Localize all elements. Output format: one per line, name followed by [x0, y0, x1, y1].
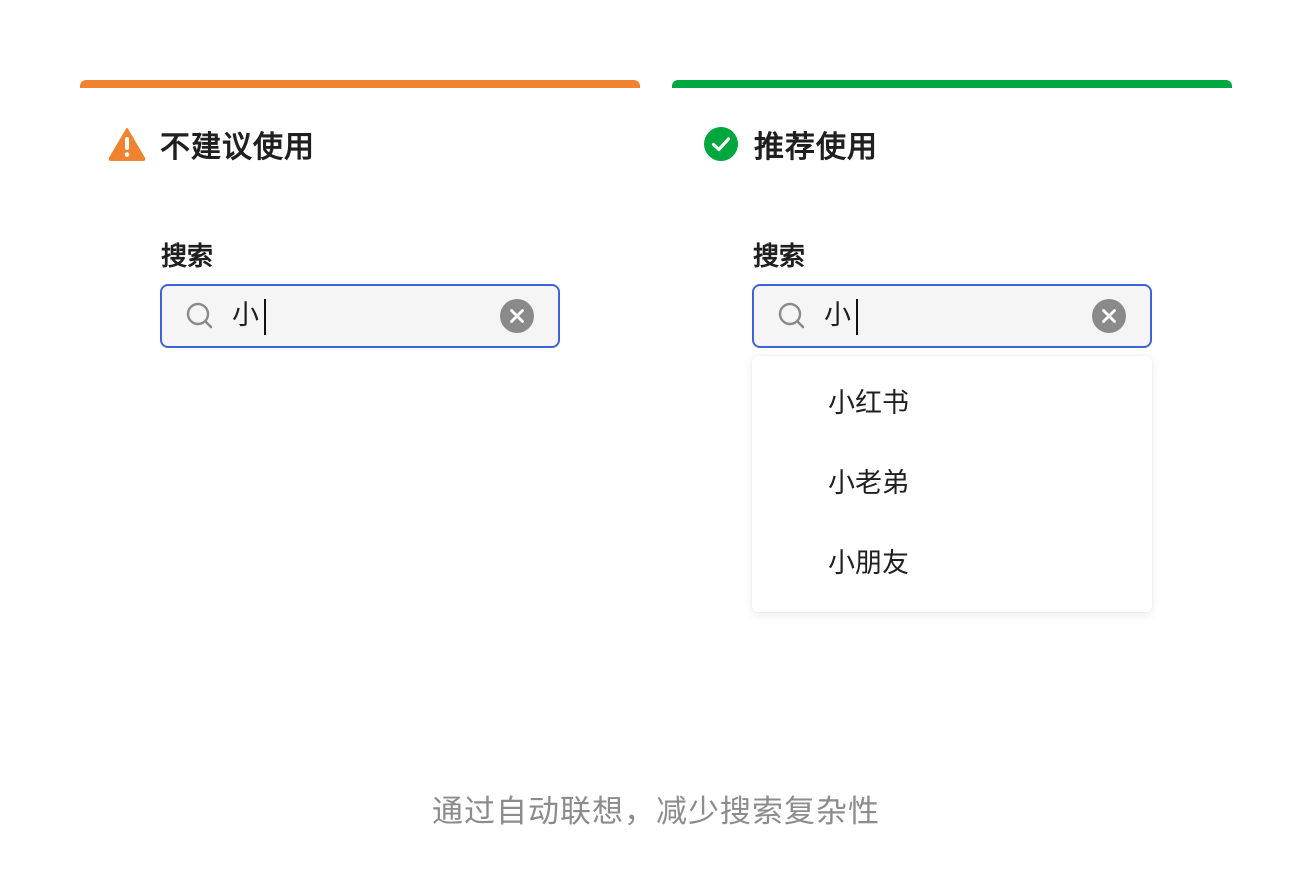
- not-recommended-panel: 不建议使用 搜索 小: [80, 80, 640, 640]
- text-caret: [264, 299, 266, 335]
- suggestion-item[interactable]: 小老弟: [828, 464, 909, 504]
- warning-top-bar: [80, 80, 640, 88]
- search-icon: [778, 302, 806, 330]
- panel-heading: 不建议使用: [108, 124, 315, 165]
- search-input[interactable]: 小: [752, 284, 1152, 348]
- clear-circle-icon[interactable]: [500, 299, 534, 333]
- caption-text: 通过自动联想，减少搜索复杂性: [432, 794, 880, 830]
- warning-triangle-icon: [108, 125, 146, 163]
- text-caret: [856, 299, 858, 335]
- success-top-bar: [672, 80, 1232, 88]
- suggestion-item[interactable]: 小红书: [828, 384, 909, 424]
- autocomplete-dropdown: 小红书 小老弟 小朋友: [752, 356, 1152, 612]
- panel-title: 不建议使用: [160, 130, 315, 165]
- check-circle-icon: [702, 125, 740, 163]
- search-query-text: 小: [232, 300, 259, 331]
- suggestion-item[interactable]: 小朋友: [828, 544, 909, 584]
- search-icon: [186, 302, 214, 330]
- panel-title: 推荐使用: [754, 130, 878, 165]
- search-query-text: 小: [824, 300, 851, 331]
- clear-circle-icon[interactable]: [1092, 299, 1126, 333]
- recommended-panel: 推荐使用 搜索 小 小红书 小老弟 小朋友: [672, 80, 1232, 640]
- search-input[interactable]: 小: [160, 284, 560, 348]
- search-field-label: 搜索: [161, 242, 214, 272]
- search-field-label: 搜索: [753, 242, 806, 272]
- panel-heading: 推荐使用: [702, 124, 878, 165]
